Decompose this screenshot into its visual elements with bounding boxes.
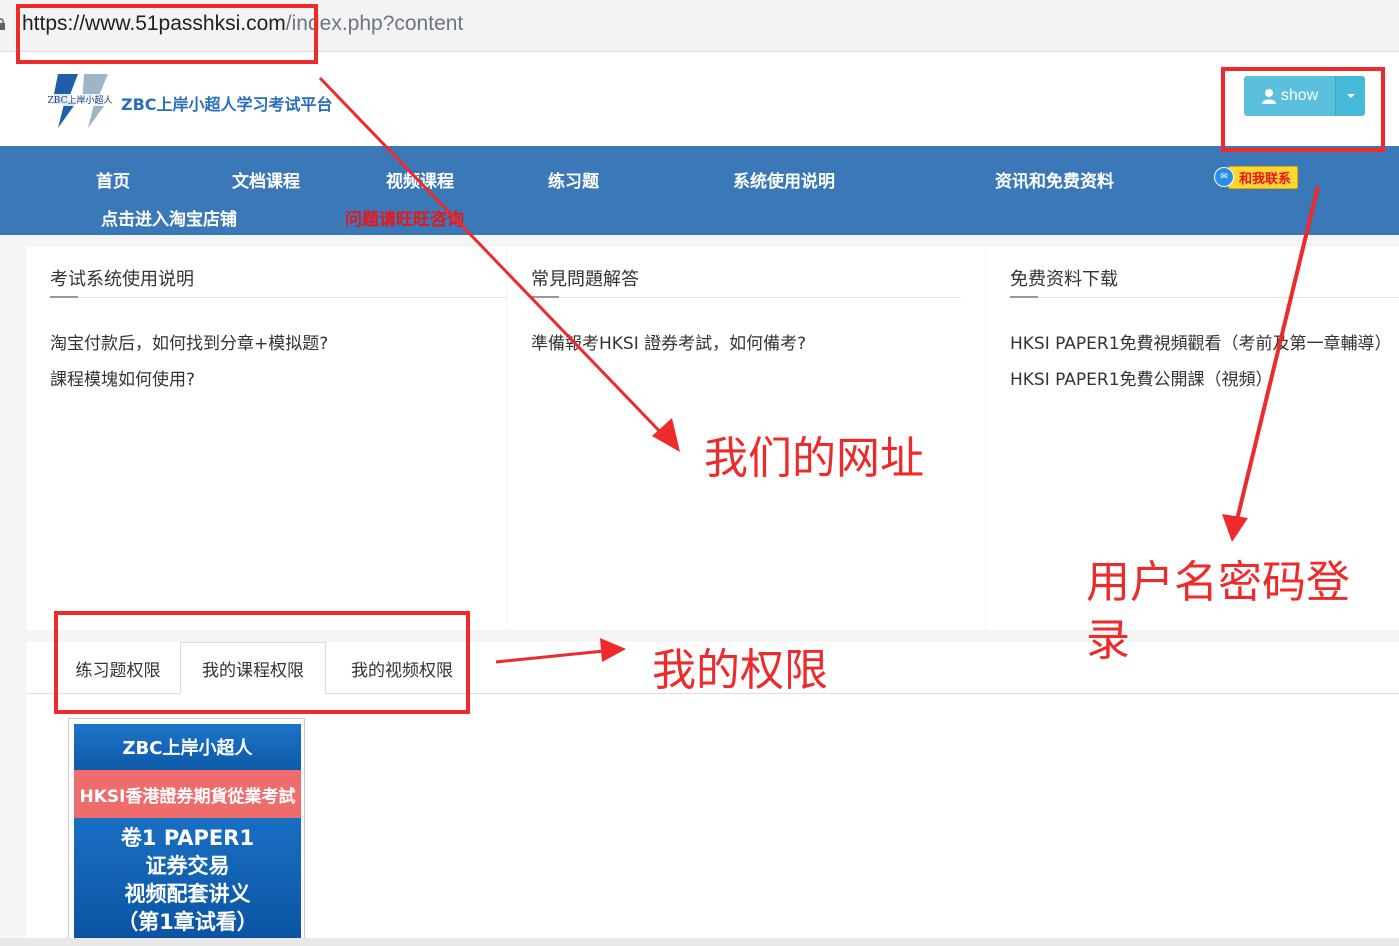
panel-title: 考试系统使用说明: [50, 269, 194, 290]
panel-divider: [1010, 297, 1399, 298]
site-logo[interactable]: ZBC上岸小超人: [44, 70, 116, 130]
panel-title-underline: [1010, 296, 1038, 298]
panel-title-underline: [50, 296, 78, 298]
contact-label: 和我联系: [1228, 165, 1299, 189]
tab-course-permissions[interactable]: 我的课程权限: [180, 642, 326, 694]
panel-instructions: 考试系统使用说明 淘宝付款后，如何找到分章+模拟题? 課程模塊如何使用?: [26, 247, 506, 630]
annotation-permission-note: 我的权限: [652, 645, 828, 696]
nav-item-taobao[interactable]: 点击进入淘宝店铺: [101, 205, 237, 230]
panel-divider: [531, 297, 961, 298]
nav-item-videos[interactable]: 视频课程: [386, 167, 454, 192]
course-cover[interactable]: ZBC上岸小超人 HKSI香港證券期貨從業考試 卷1 PAPER1 证券交易 视…: [68, 718, 305, 946]
main-nav: 首页 文档课程 视频课程 练习题 系统使用说明 资讯和免费资料 ✉ 和我联系 点…: [0, 146, 1399, 235]
cover-line1: ZBC上岸小超人: [74, 724, 301, 770]
panel-link[interactable]: 課程模塊如何使用?: [50, 365, 195, 390]
nav-item-ask[interactable]: 问题请旺旺咨询: [345, 205, 464, 230]
page: https://www.51passhksi.com/index.php?con…: [0, 0, 1399, 946]
cover-line6: （第1章试看）: [117, 910, 258, 934]
cover-body: 卷1 PAPER1 证券交易 视频配套讲义 （第1章试看）: [74, 818, 301, 946]
cover-line5: 视频配套讲义: [124, 882, 251, 906]
panel-title: 常見問題解答: [531, 269, 639, 290]
site-name[interactable]: ZBC上岸小超人学习考试平台: [121, 91, 333, 115]
annotation-login-note-1: 用户名密码登: [1086, 557, 1350, 608]
nav-item-exercises[interactable]: 练习题: [548, 167, 599, 192]
panel-title-underline: [531, 296, 559, 298]
taskbar-fragment: [0, 938, 1399, 946]
contact-button[interactable]: ✉ 和我联系: [1214, 165, 1299, 189]
panel-link[interactable]: 淘宝付款后，如何找到分章+模拟题?: [50, 329, 328, 354]
site-header: ZBC上岸小超人 ZBC上岸小超人学习考试平台 show: [0, 52, 1399, 146]
chat-icon: ✉: [1214, 167, 1234, 187]
nav-item-news[interactable]: 资讯和免费资料: [995, 167, 1114, 192]
annotation-url-note: 我们的网址: [704, 433, 924, 484]
lock-icon: [0, 18, 5, 30]
annotation-box-url: [16, 4, 318, 64]
cover-line2: HKSI香港證券期貨從業考試: [74, 770, 301, 818]
cover-line4: 证券交易: [145, 854, 230, 878]
nav-item-instructions[interactable]: 系统使用说明: [733, 167, 835, 192]
panel-link[interactable]: 準備報考HKSI 證券考試，如何備考?: [531, 329, 806, 354]
panel-title: 免费资料下载: [1010, 269, 1118, 290]
nav-item-documents[interactable]: 文档课程: [232, 167, 300, 192]
cover-line3: 卷1 PAPER1: [120, 826, 255, 850]
nav-item-home[interactable]: 首页: [96, 167, 130, 192]
panel-link[interactable]: HKSI PAPER1免費公開課（視頻）: [1010, 365, 1273, 390]
annotation-login-note-2: 录: [1086, 615, 1130, 666]
logo-text: ZBC上岸小超人: [48, 94, 113, 106]
panel-link[interactable]: HKSI PAPER1免費視頻觀看（考前及第一章輔導）: [1010, 329, 1392, 354]
annotation-box-login: [1221, 67, 1385, 152]
cover-image: ZBC上岸小超人 HKSI香港證券期貨從業考試 卷1 PAPER1 证券交易 视…: [74, 724, 301, 946]
panel-divider: [50, 297, 506, 298]
